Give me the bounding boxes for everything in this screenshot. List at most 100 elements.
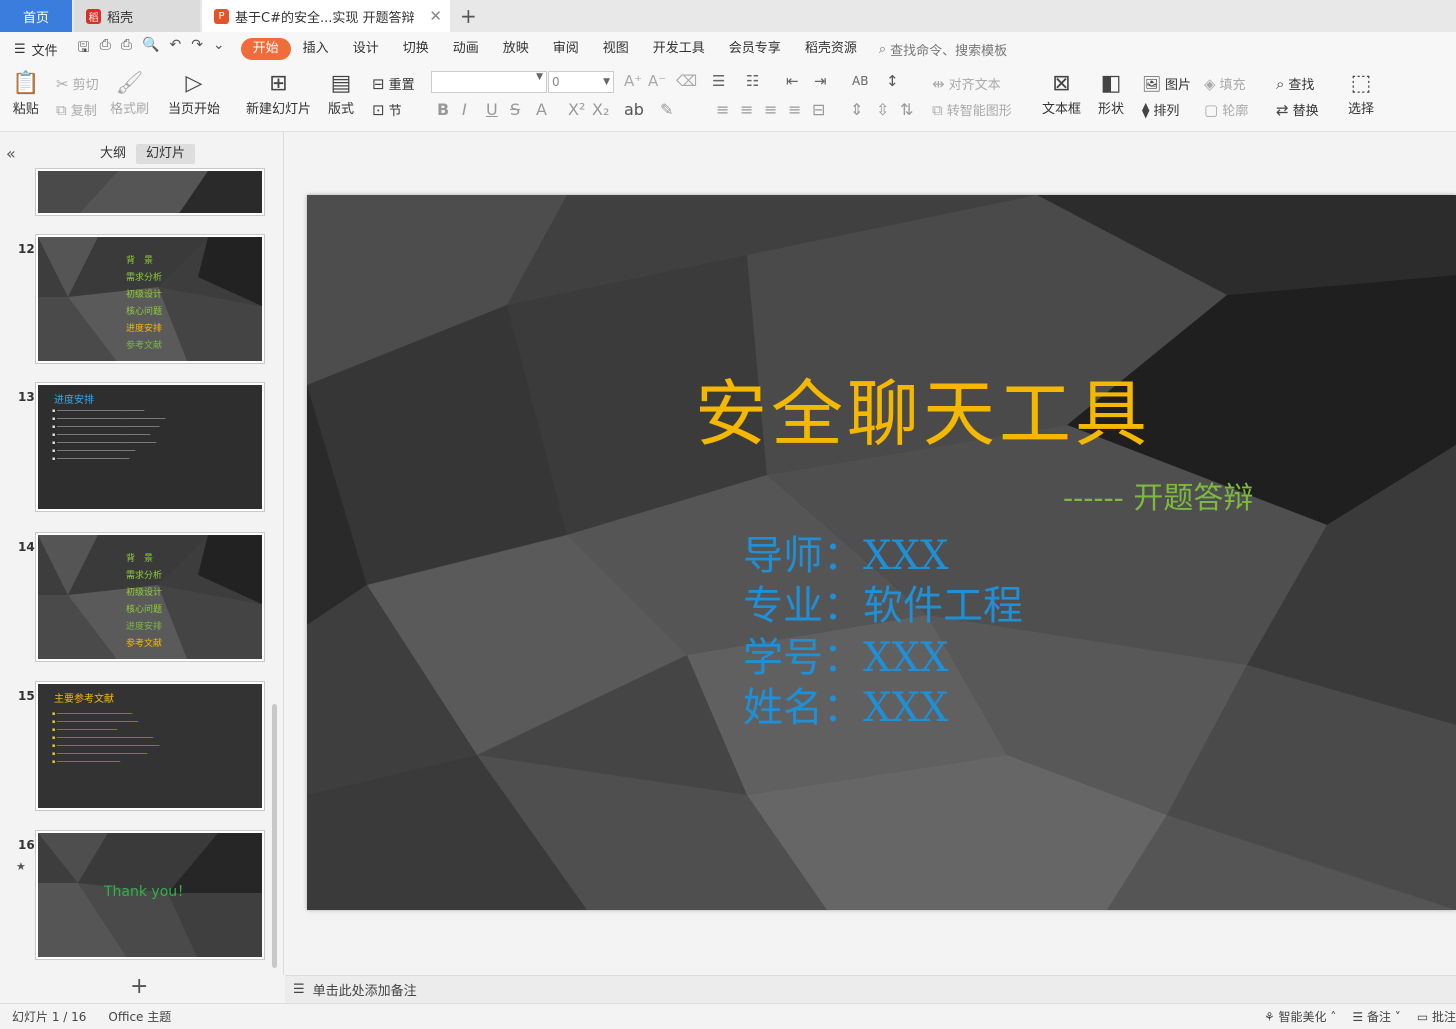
- chevron-down-icon[interactable]: ⌄: [213, 37, 225, 61]
- paragraph-spacing-icon[interactable]: ⇳: [876, 100, 889, 119]
- font-color-icon[interactable]: A: [536, 100, 547, 119]
- text-direction-icon[interactable]: AB: [852, 74, 868, 88]
- new-tab-button[interactable]: +: [460, 4, 477, 28]
- menu-transition[interactable]: 切换: [391, 38, 441, 60]
- picture-label: 图片: [1165, 78, 1192, 93]
- slide-thumbnail[interactable]: Thank you！: [35, 830, 265, 960]
- textbox-button[interactable]: ⊠ 文本框: [1042, 70, 1081, 117]
- menu-developer[interactable]: 开发工具: [641, 38, 717, 60]
- play-from-current-button[interactable]: ▷ 当页开始: [168, 70, 220, 117]
- indent-decrease-icon[interactable]: ⇤: [786, 72, 799, 90]
- line-spacing-icon[interactable]: ↕: [886, 72, 899, 90]
- paste-button[interactable]: 📋 粘贴: [12, 70, 39, 117]
- tab-outline[interactable]: 大纲: [90, 144, 136, 164]
- save-icon[interactable]: 🖫: [78, 37, 90, 61]
- italic-icon[interactable]: I: [462, 100, 467, 119]
- valign-icon[interactable]: ⇕: [850, 100, 863, 119]
- file-menu[interactable]: ☰ 文件: [14, 40, 58, 59]
- slide-subtitle[interactable]: ------ 开题答辩: [1063, 473, 1253, 517]
- font-size-select[interactable]: 0 ▼: [548, 71, 614, 93]
- fill-button[interactable]: ◈ 填充: [1204, 74, 1246, 94]
- phonetic-icon[interactable]: ab: [624, 100, 644, 119]
- columns-icon[interactable]: ⇅: [900, 100, 913, 119]
- highlight-icon[interactable]: ✎: [660, 100, 673, 119]
- format-painter-button[interactable]: 🖌 格式刷: [110, 70, 149, 117]
- menu-daoke-resources[interactable]: 稻壳资源: [793, 38, 869, 60]
- beautify-button[interactable]: ⚘ 智能美化 ˄: [1264, 1008, 1336, 1025]
- menu-slideshow[interactable]: 放映: [491, 38, 541, 60]
- slide-thumbnail[interactable]: [35, 168, 265, 216]
- reset-button[interactable]: ⊟ 重置: [372, 74, 415, 94]
- grow-font-icon[interactable]: A⁺: [624, 72, 642, 90]
- copy-button[interactable]: ⧉ 复制: [56, 100, 97, 120]
- outline-button[interactable]: ▢ 轮廓: [1204, 100, 1248, 120]
- tab-home[interactable]: 首页: [0, 0, 72, 32]
- tab-slides[interactable]: 幻灯片: [136, 144, 196, 164]
- slide-name[interactable]: 姓名：XXX: [743, 675, 948, 733]
- tab-daoke[interactable]: 稻 稻壳: [74, 0, 200, 32]
- notes-area[interactable]: ☰ 单击此处添加备注: [285, 975, 1456, 1003]
- print-icon[interactable]: ⎙: [121, 37, 132, 61]
- status-actions: ⚘ 智能美化 ˄ ☰ 备注 ˅ ▭ 批注: [1264, 1008, 1456, 1025]
- slide-thumbnail[interactable]: 主要参考文献 ▪ ───────────────────────── ▪ ───…: [35, 681, 265, 811]
- menu-animation[interactable]: 动画: [441, 38, 491, 60]
- menu-view[interactable]: 视图: [591, 38, 641, 60]
- find-button[interactable]: ⌕ 查找: [1276, 74, 1314, 94]
- menu-home[interactable]: 开始: [240, 38, 291, 60]
- justify-icon[interactable]: ≡: [788, 100, 801, 119]
- menu-design[interactable]: 设计: [341, 38, 391, 60]
- select-button[interactable]: ⬚ 选择: [1348, 70, 1374, 117]
- search-icon: ⌕: [878, 41, 887, 57]
- picture-button[interactable]: 🖼 图片: [1142, 74, 1192, 94]
- align-right-icon[interactable]: ≡: [764, 100, 777, 119]
- slide-thumbnail[interactable]: 背 景 需求分析 初级设计 核心问题 进度安排 参考文献: [35, 532, 265, 662]
- export-icon[interactable]: ⎙: [100, 37, 111, 61]
- section-button[interactable]: ⊡ 节: [372, 100, 402, 120]
- panel-scrollbar[interactable]: [272, 704, 277, 968]
- add-slide-button[interactable]: +: [130, 974, 148, 999]
- slide-canvas[interactable]: 安全聊天工具 ------ 开题答辩 导师：XXX 专业：软件工程 学号：XXX…: [307, 195, 1456, 910]
- slide-title[interactable]: 安全聊天工具: [695, 355, 1151, 460]
- slide-major[interactable]: 专业：软件工程: [743, 573, 1023, 631]
- fill-icon: ◈: [1204, 74, 1216, 93]
- layout-button[interactable]: ▤ 版式: [328, 70, 354, 117]
- indent-increase-icon[interactable]: ⇥: [814, 72, 827, 90]
- numbered-list-icon[interactable]: ☷: [746, 72, 759, 90]
- arrange-button[interactable]: ⧫ 排列: [1142, 100, 1179, 120]
- theme-name[interactable]: Office 主题: [108, 1008, 171, 1025]
- new-slide-button[interactable]: ⊞ 新建幻灯片: [246, 70, 311, 117]
- tab-document[interactable]: P 基于C#的安全...实现 开题答辩 ✕: [202, 0, 450, 32]
- comment-button[interactable]: ▭ 批注: [1417, 1008, 1456, 1025]
- strikethrough-icon[interactable]: S: [510, 100, 520, 119]
- undo-icon[interactable]: ↶: [169, 37, 181, 61]
- align-left-icon[interactable]: ≡: [716, 100, 729, 119]
- clear-format-icon[interactable]: ⌫: [676, 72, 697, 90]
- shrink-font-icon[interactable]: A⁻: [648, 72, 666, 90]
- to-smartart-button[interactable]: ⧉ 转智能图形: [932, 100, 1012, 120]
- close-icon[interactable]: ✕: [429, 7, 442, 25]
- slide-thumbnail[interactable]: 进度安排 ▪ ───────────────────────────── ▪ ─…: [35, 382, 265, 512]
- shape-button[interactable]: ◧ 形状: [1098, 70, 1124, 117]
- cut-button[interactable]: ✂ 剪切: [56, 74, 99, 94]
- slide-thumbnail[interactable]: 背 景 需求分析 初级设计 核心问题 进度安排 参考文献: [35, 234, 265, 364]
- underline-icon[interactable]: U: [486, 100, 498, 119]
- subscript-icon[interactable]: X₂: [592, 100, 609, 119]
- align-center-icon[interactable]: ≡: [740, 100, 753, 119]
- distribute-icon[interactable]: ⊟: [812, 100, 825, 119]
- menu-member[interactable]: 会员专享: [717, 38, 793, 60]
- command-search[interactable]: ⌕ 查找命令、搜索模板: [879, 40, 1007, 59]
- collapse-panel-icon[interactable]: «: [6, 144, 16, 163]
- redo-icon[interactable]: ↷: [191, 37, 203, 61]
- font-family-select[interactable]: ▼: [431, 71, 547, 93]
- menu-review[interactable]: 审阅: [541, 38, 591, 60]
- outline-icon: ▢: [1204, 100, 1219, 119]
- bullet-list-icon[interactable]: ☰: [712, 72, 725, 90]
- bold-icon[interactable]: B: [437, 100, 449, 119]
- menu-insert[interactable]: 插入: [291, 38, 341, 60]
- thumbnail-background: 背 景 需求分析 初级设计 核心问题 进度安排 参考文献: [38, 535, 262, 659]
- preview-icon[interactable]: 🔍: [142, 37, 159, 61]
- notes-toggle-button[interactable]: ☰ 备注 ˅: [1352, 1008, 1400, 1025]
- superscript-icon[interactable]: X²: [568, 100, 585, 119]
- replace-button[interactable]: ⇄ 替换: [1276, 100, 1319, 120]
- align-text-button[interactable]: ⇹ 对齐文本: [932, 74, 1001, 94]
